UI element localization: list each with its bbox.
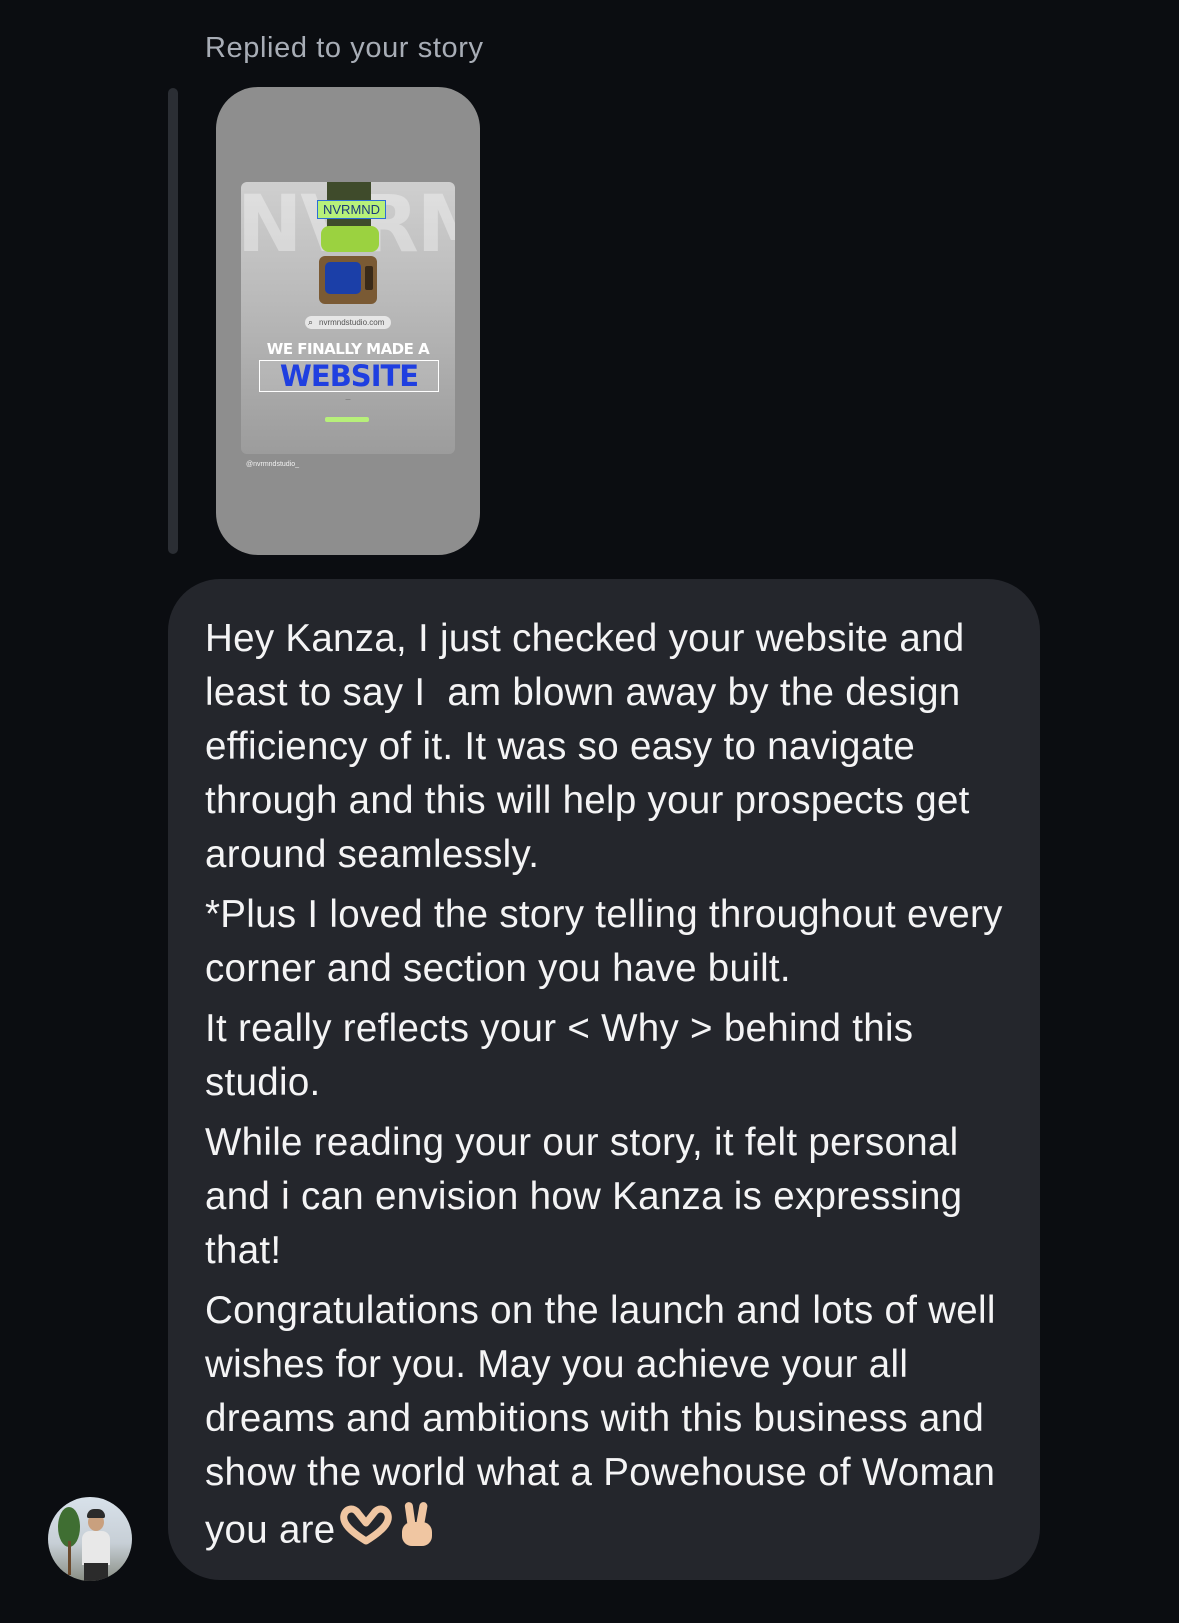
avatar-shirt — [82, 1531, 110, 1565]
story-headline-big: WEBSITE — [259, 360, 439, 392]
avatar-hair — [87, 1509, 105, 1518]
story-search-url: nvrmndstudio.com — [319, 318, 385, 327]
message-paragraph: Hey Kanza, I just checked your website a… — [205, 617, 981, 876]
tv-screen — [325, 262, 361, 294]
message-paragraph: *Plus I loved the story telling througho… — [205, 893, 1014, 990]
story-searchbar: ⌕ nvrmndstudio.com — [305, 316, 391, 329]
victory-hand-icon — [396, 1500, 440, 1565]
avatar-pants — [84, 1563, 108, 1581]
message-paragraph: It really reflects your < Why > behind t… — [205, 1007, 925, 1104]
avatar-trunk — [68, 1541, 71, 1575]
reply-indicator-bar — [168, 88, 178, 554]
message-text: Hey Kanza, I just checked your website a… — [205, 612, 1005, 1571]
message-paragraph: While reading your our story, it felt pe… — [205, 1121, 974, 1272]
story-thumbnail[interactable]: NVRMN NVRMND ⌕ nvrmndstudio.com WE FINAL… — [216, 87, 480, 555]
tv-icon — [319, 256, 377, 304]
story-image: NVRMN NVRMND ⌕ nvrmndstudio.com WE FINAL… — [241, 182, 455, 454]
story-handle: @nvrmndstudio_ — [246, 461, 300, 468]
search-icon: ⌕ — [308, 317, 314, 327]
reply-label: Replied to your story — [205, 32, 484, 64]
story-headline: WE FINALLY MADE A — [266, 340, 430, 358]
message-bubble[interactable]: Hey Kanza, I just checked your website a… — [168, 579, 1040, 1580]
story-pill — [325, 417, 369, 422]
tv-knob — [365, 266, 373, 290]
story-brand-tag: NVRMND — [317, 200, 387, 219]
heart-hands-icon — [339, 1505, 392, 1560]
message-paragraph: Congratulations on the launch and lots o… — [205, 1289, 1007, 1552]
story-fine-print: — — [345, 397, 351, 403]
sender-avatar[interactable] — [48, 1497, 132, 1581]
message-paragraph-last: Congratulations on the launch and lots o… — [205, 1284, 1005, 1565]
story-figure-shoes — [321, 226, 379, 252]
